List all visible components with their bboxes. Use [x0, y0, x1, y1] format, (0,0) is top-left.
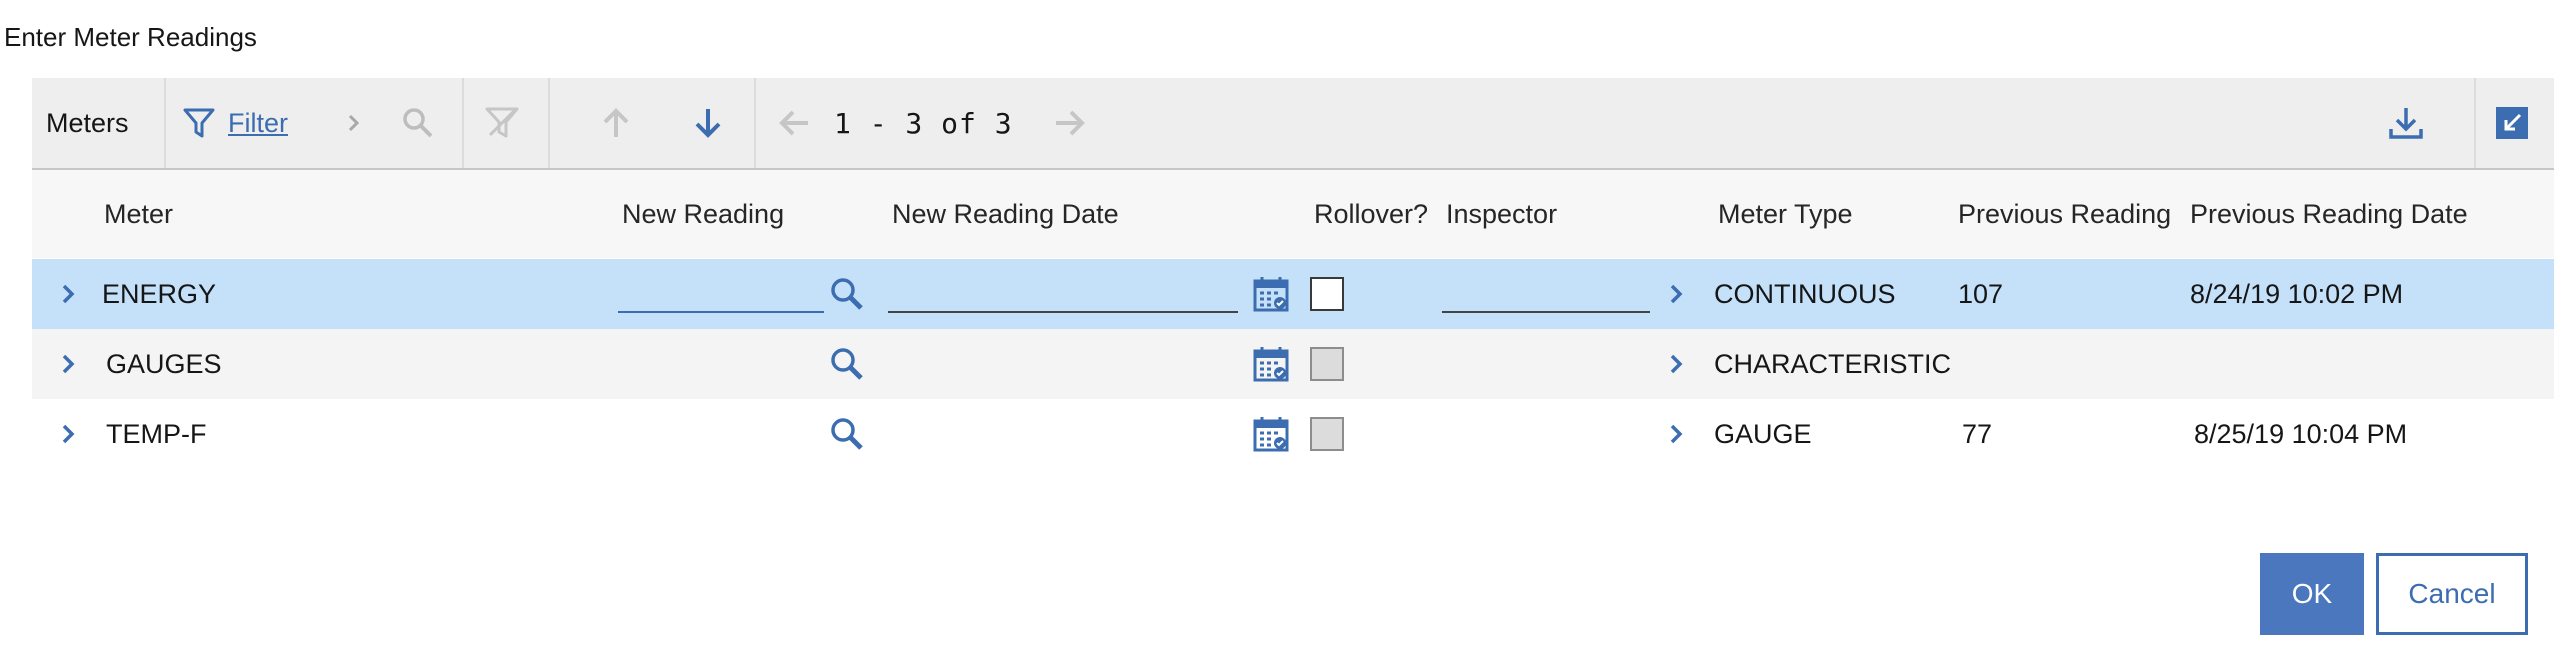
clear-filter-button[interactable] — [484, 78, 520, 168]
new-reading-input[interactable] — [618, 275, 824, 313]
arrow-left-icon — [776, 105, 812, 141]
column-header-new-reading-date[interactable]: New Reading Date — [892, 170, 1119, 258]
clear-filter-icon — [484, 105, 520, 141]
search-filter-button[interactable] — [400, 78, 436, 168]
cancel-button[interactable]: Cancel — [2376, 553, 2528, 635]
download-button[interactable] — [2386, 78, 2426, 168]
new-reading-date-input[interactable] — [888, 275, 1238, 313]
date-picker-button[interactable] — [1252, 259, 1290, 329]
meter-type: CHARACTERISTIC — [1714, 348, 1952, 379]
next-page-button[interactable] — [1052, 78, 1088, 168]
table-row[interactable]: ENERGY CONTINUOUS 107 8/24/19 10:02 PM — [32, 259, 2554, 329]
download-icon — [2386, 103, 2426, 143]
meter-name: GAUGES — [106, 348, 222, 379]
arrow-up-icon — [598, 105, 634, 141]
search-icon — [400, 105, 436, 141]
new-reading-lookup-button[interactable] — [828, 259, 866, 329]
move-down-button[interactable] — [690, 78, 726, 168]
detail-chevron-icon — [1666, 420, 1688, 448]
toolbar-divider — [548, 78, 550, 168]
filter-expand-chevron[interactable] — [344, 78, 364, 168]
meter-type: CONTINUOUS — [1714, 278, 1896, 309]
inspector-input[interactable] — [1442, 275, 1650, 313]
previous-page-button[interactable] — [776, 78, 812, 168]
new-reading-lookup-button[interactable] — [828, 329, 866, 399]
table-toolbar: Meters Filter 1 - 3 of 3 — [32, 78, 2554, 170]
filter-icon — [182, 106, 216, 140]
meter-name: ENERGY — [102, 278, 217, 309]
toolbar-divider — [2474, 78, 2476, 168]
calendar-icon — [1252, 275, 1290, 313]
column-header-new-reading[interactable]: New Reading — [622, 170, 784, 258]
meter-type: GAUGE — [1714, 418, 1812, 449]
previous-reading: 107 — [1958, 278, 2004, 309]
column-header-previous-reading[interactable]: Previous Reading — [1958, 170, 2171, 258]
previous-reading-date: 8/24/19 10:02 PM — [2190, 278, 2404, 309]
checkbox-box[interactable] — [1310, 347, 1344, 381]
expand-row-icon — [58, 420, 80, 448]
meter-type-detail-button[interactable] — [1666, 259, 1688, 329]
previous-reading-date: 8/25/19 10:04 PM — [2194, 418, 2408, 449]
table-row[interactable]: GAUGES CHARACTERISTIC — [32, 329, 2554, 399]
calendar-icon — [1252, 345, 1290, 383]
expand-row-button[interactable] — [58, 329, 80, 399]
table-row[interactable]: TEMP-F GAUGE 77 8/25/19 10:04 PM — [32, 399, 2554, 469]
column-header-rollover[interactable]: Rollover? — [1314, 170, 1428, 258]
calendar-icon — [1252, 415, 1290, 453]
expand-row-icon — [58, 350, 80, 378]
toolbar-divider — [462, 78, 464, 168]
expand-row-icon — [58, 280, 80, 308]
search-icon — [828, 415, 866, 453]
date-picker-button[interactable] — [1252, 399, 1290, 469]
search-icon — [828, 275, 866, 313]
checkbox-box[interactable] — [1310, 417, 1344, 451]
date-picker-button[interactable] — [1252, 329, 1290, 399]
arrow-right-icon — [1052, 105, 1088, 141]
toolbar-divider — [754, 78, 756, 168]
table-header: Meter New Reading New Reading Date Rollo… — [32, 170, 2554, 258]
table-label: Meters — [46, 107, 129, 138]
expand-row-button[interactable] — [58, 259, 80, 329]
filter-button[interactable]: Filter — [182, 78, 288, 168]
pagination-text: 1 - 3 of 3 — [834, 106, 1013, 140]
meter-type-detail-button[interactable] — [1666, 329, 1688, 399]
filter-link[interactable]: Filter — [228, 108, 288, 139]
new-reading-lookup-button[interactable] — [828, 399, 866, 469]
arrow-down-icon — [690, 105, 726, 141]
column-header-meter[interactable]: Meter — [104, 170, 173, 258]
expand-row-button[interactable] — [58, 399, 80, 469]
detail-chevron-icon — [1666, 350, 1688, 378]
rollover-checkbox[interactable] — [1310, 329, 1344, 399]
ok-button[interactable]: OK — [2260, 553, 2364, 635]
meter-name: TEMP-F — [106, 418, 207, 449]
column-header-inspector[interactable]: Inspector — [1446, 170, 1557, 258]
minimize-table-button[interactable] — [2494, 78, 2530, 168]
chevron-right-icon — [344, 111, 364, 135]
column-header-meter-type[interactable]: Meter Type — [1718, 170, 1853, 258]
previous-reading: 77 — [1962, 418, 1993, 449]
minimize-icon — [2494, 105, 2530, 141]
column-header-previous-reading-date[interactable]: Previous Reading Date — [2190, 170, 2468, 258]
move-up-button[interactable] — [598, 78, 634, 168]
rollover-checkbox[interactable] — [1310, 399, 1344, 469]
search-icon — [828, 345, 866, 383]
detail-chevron-icon — [1666, 280, 1688, 308]
dialog-title: Enter Meter Readings — [4, 22, 257, 52]
toolbar-divider — [164, 78, 166, 168]
meter-type-detail-button[interactable] — [1666, 399, 1688, 469]
checkbox-box[interactable] — [1310, 277, 1344, 311]
rollover-checkbox[interactable] — [1310, 259, 1344, 329]
